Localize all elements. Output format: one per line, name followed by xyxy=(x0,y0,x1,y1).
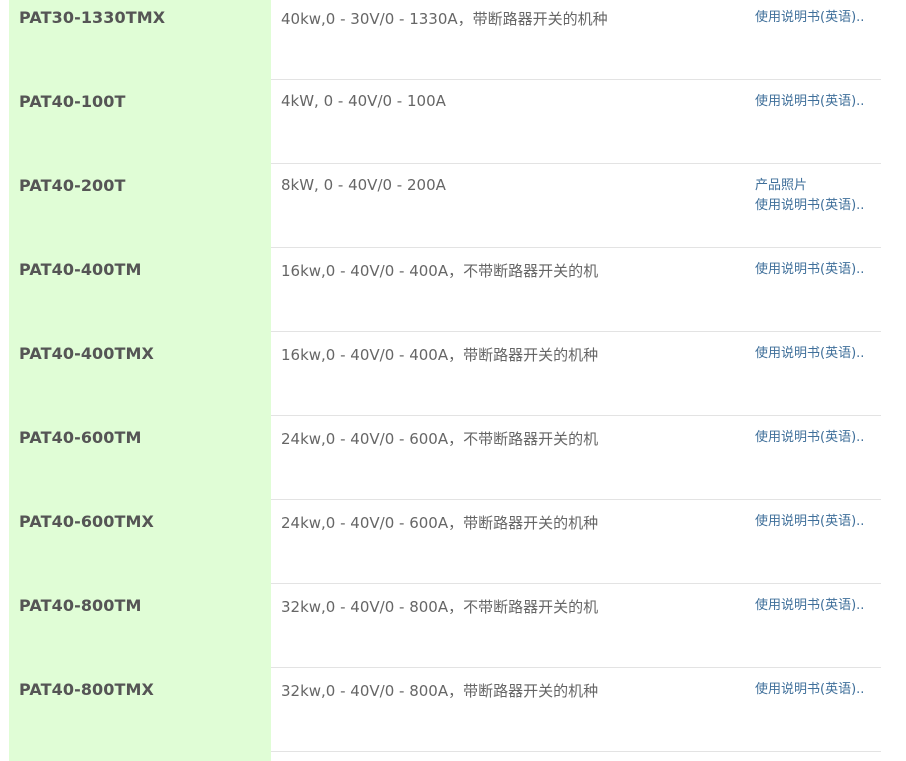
model-name: PAT40-100T xyxy=(19,92,126,111)
spec-description: 40kw,0 - 30V/0 - 1330A，带断路器开关的机种 xyxy=(281,10,608,28)
manual-link[interactable]: 使用说明书(英语).. xyxy=(755,8,881,28)
manual-link[interactable]: 使用说明书(英语).. xyxy=(755,596,881,616)
links-cell: 使用说明书(英语).. xyxy=(755,680,881,700)
spec-description: 32kw,0 - 40V/0 - 800A，不带断路器开关的机 xyxy=(281,598,599,616)
table-row: PAT40-400TMX 16kw,0 - 40V/0 - 400A，带断路器开… xyxy=(9,332,881,416)
spec-description: 24kw,0 - 40V/0 - 600A，带断路器开关的机种 xyxy=(281,514,599,532)
table-row: PAT40-100T 4kW, 0 - 40V/0 - 100A 使用说明书(英… xyxy=(9,80,881,164)
model-name: PAT40-600TMX xyxy=(19,512,154,531)
spec-description: 16kw,0 - 40V/0 - 400A，不带断路器开关的机 xyxy=(281,262,599,280)
model-name: PAT40-600TM xyxy=(19,428,142,447)
model-name: PAT30-1330TMX xyxy=(19,8,166,27)
model-cell: PAT40-200T xyxy=(9,164,271,248)
links-cell: 使用说明书(英语).. xyxy=(755,428,881,448)
model-cell: PAT40-400TM xyxy=(9,248,271,332)
manual-link[interactable]: 使用说明书(英语).. xyxy=(755,260,881,280)
spec-description: 24kw,0 - 40V/0 - 600A，不带断路器开关的机 xyxy=(281,430,599,448)
manual-link[interactable]: 使用说明书(英语).. xyxy=(755,196,881,216)
next-row-model-cell xyxy=(9,752,271,761)
model-cell: PAT40-100T xyxy=(9,80,271,164)
links-cell: 使用说明书(英语).. xyxy=(755,8,881,28)
manual-link[interactable]: 使用说明书(英语).. xyxy=(755,92,881,112)
spec-description: 4kW, 0 - 40V/0 - 100A xyxy=(281,92,446,110)
spec-description: 16kw,0 - 40V/0 - 400A，带断路器开关的机种 xyxy=(281,346,599,364)
model-name: PAT40-800TMX xyxy=(19,680,154,699)
spec-description: 32kw,0 - 40V/0 - 800A，带断路器开关的机种 xyxy=(281,682,599,700)
model-cell: PAT40-800TMX xyxy=(9,668,271,752)
product-photo-link[interactable]: 产品照片 xyxy=(755,176,881,196)
model-name: PAT40-400TMX xyxy=(19,344,154,363)
model-cell: PAT40-800TM xyxy=(9,584,271,668)
table-row: PAT40-800TM 32kw,0 - 40V/0 - 800A，不带断路器开… xyxy=(9,584,881,668)
links-cell: 使用说明书(英语).. xyxy=(755,512,881,532)
model-name: PAT40-800TM xyxy=(19,596,142,615)
manual-link[interactable]: 使用说明书(英语).. xyxy=(755,428,881,448)
table-row: PAT40-800TMX 32kw,0 - 40V/0 - 800A，带断路器开… xyxy=(9,668,881,752)
table-row: PAT40-600TM 24kw,0 - 40V/0 - 600A，不带断路器开… xyxy=(9,416,881,500)
product-table: PAT30-1330TMX 40kw,0 - 30V/0 - 1330A，带断路… xyxy=(9,0,881,752)
manual-link[interactable]: 使用说明书(英语).. xyxy=(755,344,881,364)
model-cell: PAT40-400TMX xyxy=(9,332,271,416)
table-row: PAT40-200T 8kW, 0 - 40V/0 - 200A 产品照片 使用… xyxy=(9,164,881,248)
table-row: PAT40-600TMX 24kw,0 - 40V/0 - 600A，带断路器开… xyxy=(9,500,881,584)
links-cell: 产品照片 使用说明书(英语).. xyxy=(755,176,881,216)
links-cell: 使用说明书(英语).. xyxy=(755,344,881,364)
model-name: PAT40-400TM xyxy=(19,260,142,279)
spec-description: 8kW, 0 - 40V/0 - 200A xyxy=(281,176,446,194)
links-cell: 使用说明书(英语).. xyxy=(755,92,881,112)
model-cell: PAT30-1330TMX xyxy=(9,0,271,80)
table-row: PAT40-400TM 16kw,0 - 40V/0 - 400A，不带断路器开… xyxy=(9,248,881,332)
manual-link[interactable]: 使用说明书(英语).. xyxy=(755,680,881,700)
model-cell: PAT40-600TMX xyxy=(9,500,271,584)
links-cell: 使用说明书(英语).. xyxy=(755,260,881,280)
model-cell: PAT40-600TM xyxy=(9,416,271,500)
manual-link[interactable]: 使用说明书(英语).. xyxy=(755,512,881,532)
table-row: PAT30-1330TMX 40kw,0 - 30V/0 - 1330A，带断路… xyxy=(9,0,881,80)
links-cell: 使用说明书(英语).. xyxy=(755,596,881,616)
model-name: PAT40-200T xyxy=(19,176,126,195)
